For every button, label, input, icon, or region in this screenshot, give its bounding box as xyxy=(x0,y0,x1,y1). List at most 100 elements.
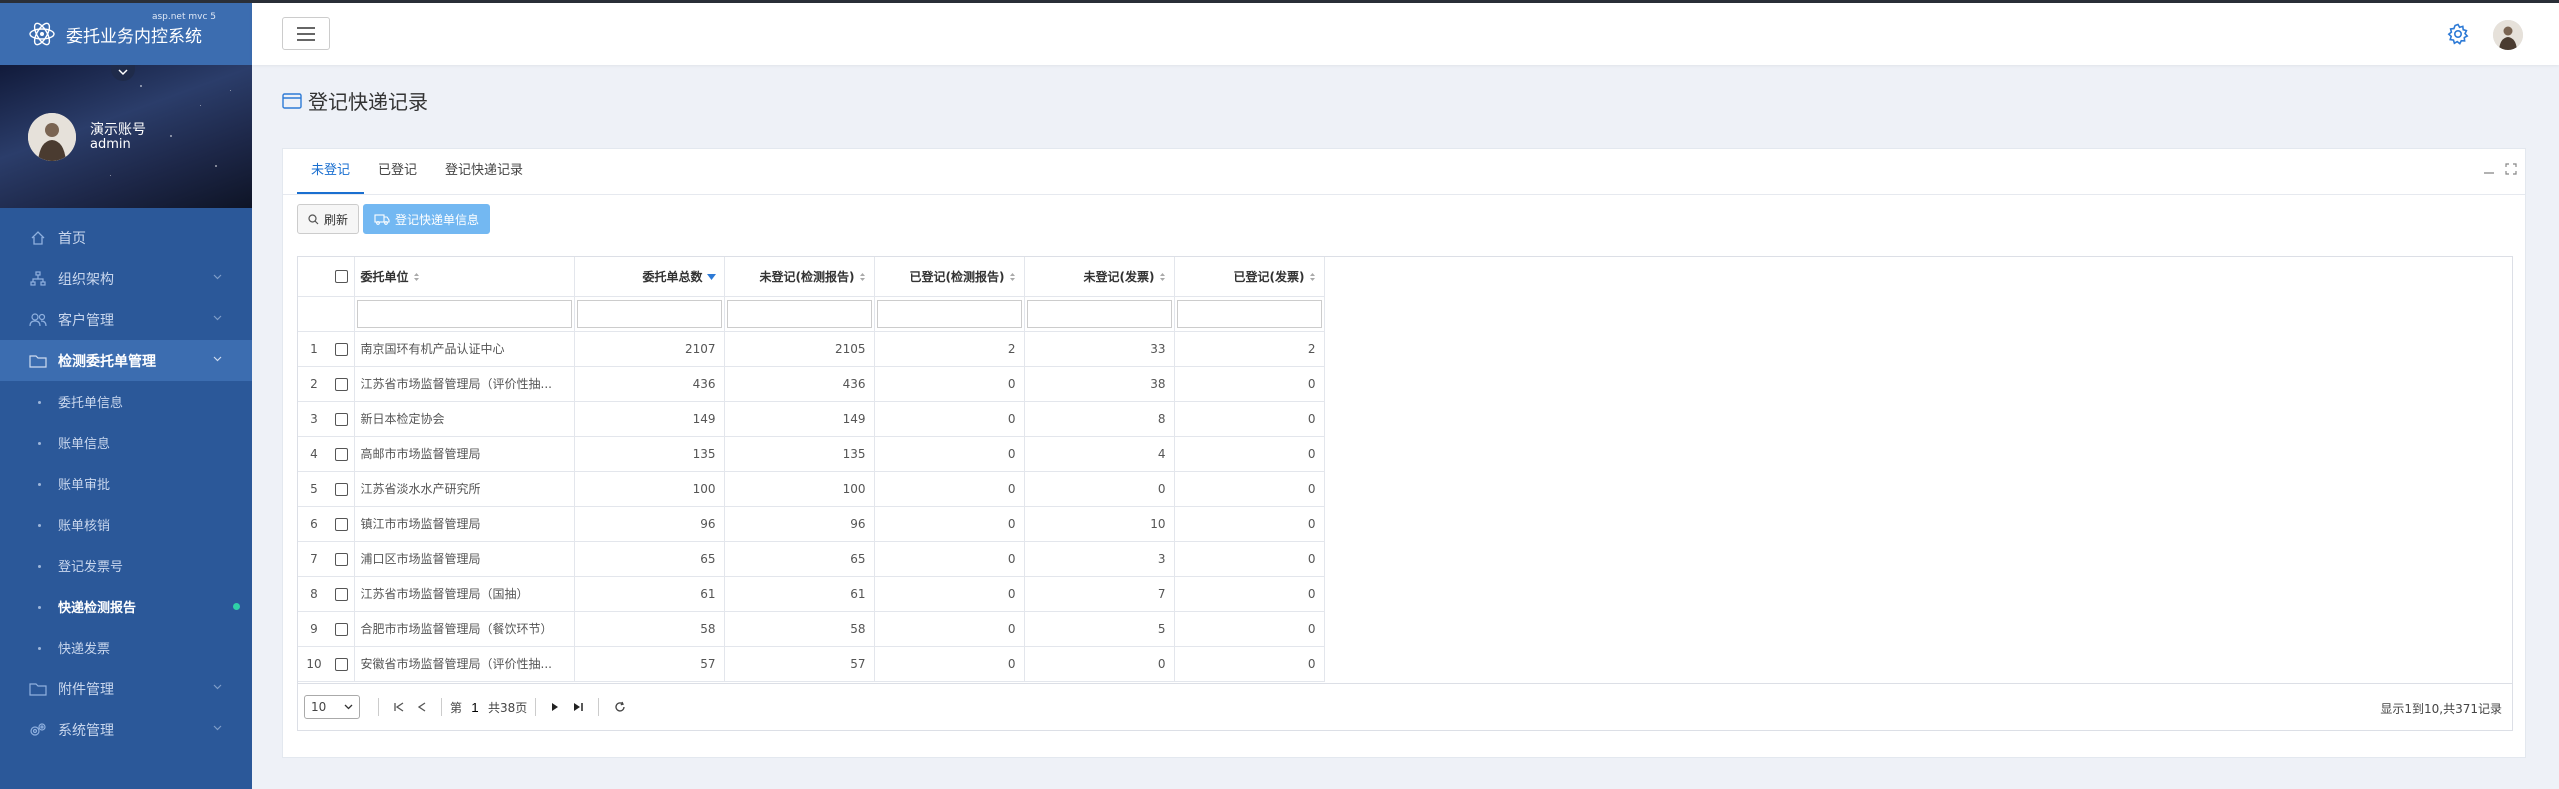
submenu-item-order-info[interactable]: 委托单信息 xyxy=(0,381,252,422)
cell-reg-report: 0 xyxy=(874,506,1025,542)
tab-registered[interactable]: 已登记 xyxy=(364,149,431,194)
row-checkbox[interactable] xyxy=(330,436,355,472)
cell-unreg-invoice: 0 xyxy=(1024,471,1175,507)
filter-input-total[interactable] xyxy=(576,299,722,328)
cell-total: 135 xyxy=(574,436,725,472)
cell-unreg-report: 2105 xyxy=(724,331,875,367)
submenu-item-bill-info[interactable]: 账单信息 xyxy=(0,422,252,463)
refresh-button[interactable]: 刷新 xyxy=(297,204,360,234)
filter-input-unreg-report[interactable] xyxy=(726,299,872,328)
search-icon xyxy=(308,213,319,224)
column-header-reg-invoice[interactable]: 已登记(发票) xyxy=(1174,257,1325,297)
page-size-select[interactable]: 10 xyxy=(304,695,360,719)
table-row[interactable]: 8 江苏省市场监督管理局（国抽） 61 61 0 7 0 xyxy=(298,576,1325,612)
gears-icon xyxy=(28,720,48,740)
row-checkbox[interactable] xyxy=(330,576,355,612)
reload-button[interactable] xyxy=(614,701,626,713)
column-header-unreg-report[interactable]: 未登记(检测报告) xyxy=(724,257,875,297)
next-page-button[interactable] xyxy=(551,702,559,712)
table-row[interactable]: 9 合肥市市场监督管理局（餐饮环节） 58 58 0 5 0 xyxy=(298,611,1325,647)
table-row[interactable]: 7 浦口区市场监督管理局 65 65 0 3 0 xyxy=(298,541,1325,577)
submenu-item-bill-approval[interactable]: 账单审批 xyxy=(0,463,252,504)
table-row[interactable]: 1 南京国环有机产品认证中心 2107 2105 2 33 2 xyxy=(298,331,1325,367)
minimize-icon[interactable] xyxy=(2483,163,2495,175)
row-checkbox[interactable] xyxy=(330,366,355,402)
tab-unregistered[interactable]: 未登记 xyxy=(297,149,365,194)
menu-item-inspection-orders[interactable]: 检测委托单管理 xyxy=(0,340,252,381)
filter-input-unit[interactable] xyxy=(356,299,572,328)
row-checkbox[interactable] xyxy=(330,471,355,507)
row-number: 5 xyxy=(298,471,330,507)
column-header-unit[interactable]: 委托单位 xyxy=(354,257,575,297)
cell-unit: 合肥市市场监督管理局（餐饮环节） xyxy=(354,611,575,647)
menu-item-home[interactable]: 首页 xyxy=(0,217,252,258)
cell-unit: 新日本检定协会 xyxy=(354,401,575,437)
last-page-button[interactable] xyxy=(573,702,584,712)
top-header xyxy=(252,3,2559,65)
filter-input-unreg-invoice[interactable] xyxy=(1026,299,1172,328)
table-row[interactable]: 4 高邮市市场监督管理局 135 135 0 4 0 xyxy=(298,436,1325,472)
chevron-down-icon xyxy=(118,69,128,76)
select-all-checkbox[interactable] xyxy=(330,257,355,297)
menu-item-customers[interactable]: 客户管理 xyxy=(0,299,252,340)
row-checkbox[interactable] xyxy=(330,646,355,682)
cell-unreg-report: 65 xyxy=(724,541,875,577)
table-row[interactable]: 5 江苏省淡水水产研究所 100 100 0 0 0 xyxy=(298,471,1325,507)
folder-icon xyxy=(28,679,48,699)
cell-reg-invoice: 0 xyxy=(1174,366,1325,402)
cell-unit: 镇江市市场监督管理局 xyxy=(354,506,575,542)
atom-logo-icon xyxy=(29,22,55,46)
menu-item-attachments[interactable]: 附件管理 xyxy=(0,668,252,709)
app-logo[interactable]: 委托业务内控系统 asp.net mvc 5 xyxy=(0,3,252,65)
table-row[interactable]: 6 镇江市市场监督管理局 96 96 0 10 0 xyxy=(298,506,1325,542)
cell-unreg-report: 100 xyxy=(724,471,875,507)
panel-controls xyxy=(2483,163,2517,175)
first-page-icon xyxy=(394,702,404,712)
user-avatar[interactable] xyxy=(28,113,76,161)
submenu-item-express-invoice[interactable]: 快递发票 xyxy=(0,627,252,668)
submenu-item-invoice-number[interactable]: 登记发票号 xyxy=(0,545,252,586)
tab-express-records[interactable]: 登记快递记录 xyxy=(431,149,537,194)
submenu-item-bill-writeoff[interactable]: 账单核销 xyxy=(0,504,252,545)
cell-reg-report: 0 xyxy=(874,646,1025,682)
column-header-reg-report[interactable]: 已登记(检测报告) xyxy=(874,257,1025,297)
prev-page-button[interactable] xyxy=(418,702,426,712)
menu-item-organization[interactable]: 组织架构 xyxy=(0,258,252,299)
register-express-button[interactable]: 登记快递单信息 xyxy=(363,204,491,234)
pagination-bar: 10 第 共38页 显示1到10,共371记录 xyxy=(298,683,2512,730)
sidebar: 委托业务内控系统 asp.net mvc 5 演示账号 admin 首页 组织架… xyxy=(0,3,252,789)
row-checkbox[interactable] xyxy=(330,611,355,647)
row-checkbox[interactable] xyxy=(330,541,355,577)
user-name: 演示账号 xyxy=(90,122,146,138)
table-row[interactable]: 10 安徽省市场监督管理局（评价性抽... 57 57 0 0 0 xyxy=(298,646,1325,682)
menu-toggle-button[interactable] xyxy=(282,17,330,50)
content-panel: 未登记 已登记 登记快递记录 刷新 登记快递单信息 委托单位 委托单总数 未登记… xyxy=(282,148,2526,758)
row-checkbox[interactable] xyxy=(330,331,355,367)
maximize-icon[interactable] xyxy=(2505,163,2517,175)
submenu-item-express-report[interactable]: 快递检测报告 xyxy=(0,586,252,627)
table-row[interactable]: 3 新日本检定协会 149 149 0 8 0 xyxy=(298,401,1325,437)
row-checkbox[interactable] xyxy=(330,401,355,437)
column-header-unreg-invoice[interactable]: 未登记(发票) xyxy=(1024,257,1175,297)
home-icon xyxy=(28,228,48,248)
cell-total: 436 xyxy=(574,366,725,402)
profile-toggle-button[interactable] xyxy=(111,65,135,81)
cell-unreg-invoice: 3 xyxy=(1024,541,1175,577)
tab-bar: 未登记 已登记 登记快递记录 xyxy=(283,149,2525,195)
gear-icon[interactable] xyxy=(2447,23,2469,45)
sitemap-icon xyxy=(28,269,48,289)
first-page-button[interactable] xyxy=(394,702,404,712)
row-number: 6 xyxy=(298,506,330,542)
cell-reg-report: 0 xyxy=(874,436,1025,472)
header-avatar[interactable] xyxy=(2493,20,2523,50)
column-header-total[interactable]: 委托单总数 xyxy=(574,257,725,297)
table-row[interactable]: 2 江苏省市场监督管理局（评价性抽... 436 436 0 38 0 xyxy=(298,366,1325,402)
filter-input-reg-report[interactable] xyxy=(876,299,1022,328)
filter-input-reg-invoice[interactable] xyxy=(1176,299,1322,328)
sort-icon xyxy=(413,273,419,282)
row-number: 9 xyxy=(298,611,330,647)
page-number-input[interactable] xyxy=(466,698,485,716)
row-checkbox[interactable] xyxy=(330,506,355,542)
menu-item-system[interactable]: 系统管理 xyxy=(0,709,252,750)
side-menu: 首页 组织架构 客户管理 检测委托单管理 委托单信息 账单信息 账单审批 账单核… xyxy=(0,217,252,750)
